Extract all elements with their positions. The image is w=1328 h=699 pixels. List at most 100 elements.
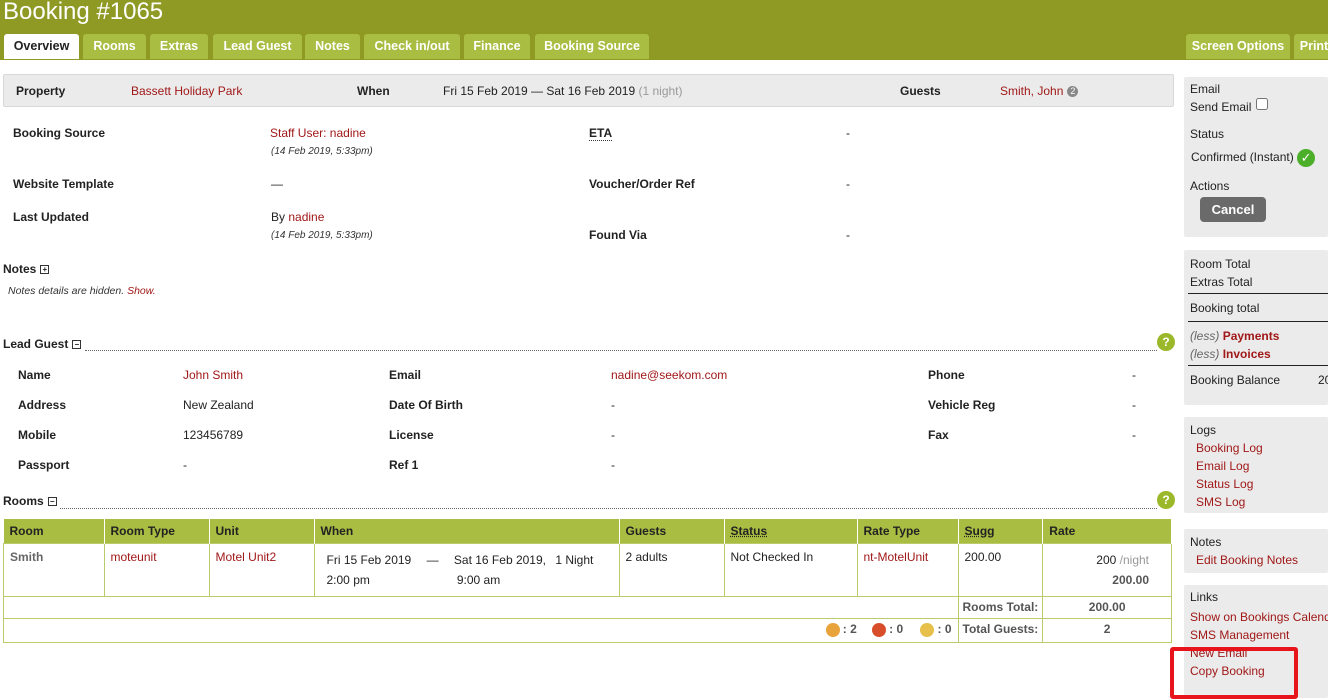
notes-section-header[interactable]: Notes + bbox=[3, 262, 50, 276]
guest-fax-label: Fax bbox=[928, 428, 949, 442]
children-count: : 0 bbox=[889, 622, 904, 636]
rooms-section-header[interactable]: Rooms − bbox=[3, 494, 57, 508]
cell-guests: 2 adults bbox=[618, 543, 725, 597]
eta-value: - bbox=[846, 126, 850, 140]
tab-check-in-out[interactable]: Check in/out bbox=[364, 34, 460, 59]
when-dates: Fri 15 Feb 2019 — Sat 16 Feb 2019 bbox=[443, 84, 636, 98]
booking-log-link[interactable]: Booking Log bbox=[1196, 441, 1263, 455]
cell-unit: Motel Unit2 bbox=[208, 543, 315, 597]
when-value: Fri 15 Feb 2019 — Sat 16 Feb 2019 (1 nig… bbox=[443, 84, 683, 98]
guest-email-label: Email bbox=[389, 368, 422, 382]
divider bbox=[60, 508, 1157, 509]
booking-total-label: Booking total bbox=[1190, 301, 1260, 315]
guests-value: Smith, John 2 bbox=[1000, 84, 1079, 98]
help-icon[interactable]: ? bbox=[1157, 491, 1175, 509]
booking-source-link[interactable]: Staff User: nadine bbox=[270, 126, 366, 140]
guest-link[interactable]: Smith, John bbox=[1000, 84, 1063, 98]
guest-type-counts: : 2 : 0 : 0 bbox=[3, 618, 959, 643]
col-header-status[interactable]: Status bbox=[724, 519, 858, 544]
infants-count: : 0 bbox=[937, 622, 952, 636]
eta-label: ETA bbox=[589, 126, 613, 141]
when-nights: 1 Night bbox=[555, 553, 594, 567]
tab-finance[interactable]: Finance bbox=[464, 34, 530, 59]
divider bbox=[85, 350, 1157, 351]
tab-booking-source[interactable]: Booking Source bbox=[535, 34, 649, 59]
status-title: Status bbox=[1190, 127, 1225, 141]
adults-count: : 2 bbox=[842, 622, 857, 636]
website-template-value: — bbox=[271, 177, 283, 191]
tab-notes[interactable]: Notes bbox=[305, 34, 360, 59]
send-email-checkbox[interactable] bbox=[1256, 98, 1268, 110]
cell-room-type: moteunit bbox=[103, 543, 210, 597]
last-updated-label: Last Updated bbox=[13, 210, 90, 224]
edit-booking-notes-link[interactable]: Edit Booking Notes bbox=[1196, 553, 1298, 567]
guest-name-label: Name bbox=[18, 368, 51, 382]
guest-email-link[interactable]: nadine@seekom.com bbox=[611, 368, 727, 382]
divider bbox=[1188, 293, 1328, 294]
property-link[interactable]: Bassett Holiday Park bbox=[131, 84, 242, 98]
tab-lead-guest[interactable]: Lead Guest bbox=[213, 34, 302, 59]
guest-dob-label: Date Of Birth bbox=[389, 398, 464, 412]
lead-guest-section-header[interactable]: Lead Guest − bbox=[3, 337, 82, 351]
col-header-sugg[interactable]: Sugg bbox=[958, 519, 1044, 544]
collapse-icon[interactable]: − bbox=[72, 340, 82, 350]
expand-icon[interactable]: + bbox=[40, 265, 50, 275]
payments-row: (less) Payments bbox=[1190, 329, 1279, 343]
tab-print[interactable]: Print bbox=[1294, 34, 1328, 59]
col-header-when: When bbox=[314, 519, 620, 544]
time-to: 9:00 am bbox=[456, 573, 501, 587]
when-nights: (1 night) bbox=[638, 84, 683, 98]
rate-unit: /night bbox=[1119, 553, 1149, 567]
cell-status: Not Checked In bbox=[723, 543, 858, 597]
room-type-link[interactable]: moteunit bbox=[111, 550, 157, 564]
highlight-annotation bbox=[1170, 647, 1298, 699]
found-via-value: - bbox=[846, 228, 850, 242]
notes-show-link[interactable]: Show. bbox=[127, 285, 156, 297]
invoices-link[interactable]: Invoices bbox=[1223, 347, 1271, 361]
last-updated-by: By bbox=[271, 210, 286, 224]
infant-icon bbox=[920, 622, 935, 637]
rate-value: 200 bbox=[1096, 553, 1117, 567]
website-template-label: Website Template bbox=[13, 177, 114, 191]
status-log-link[interactable]: Status Log bbox=[1196, 477, 1253, 491]
rate-type-link[interactable]: nt-MotelUnit bbox=[864, 550, 929, 564]
page-title: Booking #1065 bbox=[3, 0, 164, 25]
cancel-button[interactable]: Cancel bbox=[1200, 197, 1266, 222]
found-via-label: Found Via bbox=[589, 228, 647, 242]
when-row-dates: Fri 15 Feb 2019 — Sat 16 Feb 2019, 1 Nig… bbox=[321, 550, 613, 570]
guest-dob-value: - bbox=[611, 398, 615, 412]
guest-license-label: License bbox=[389, 428, 434, 442]
tab-overview[interactable]: Overview bbox=[4, 34, 79, 59]
actions-title: Actions bbox=[1190, 179, 1230, 193]
col-header-unit: Unit bbox=[209, 519, 315, 544]
when-from: Fri 15 Feb 2019 bbox=[326, 553, 412, 567]
last-updated-value: By nadine bbox=[271, 210, 324, 224]
collapse-icon[interactable]: − bbox=[47, 497, 57, 507]
payments-link[interactable]: Payments bbox=[1223, 329, 1280, 343]
sms-management-link[interactable]: SMS Management bbox=[1190, 628, 1289, 642]
guest-vehicle-value: - bbox=[1132, 398, 1136, 412]
booking-balance-value: 20 bbox=[1318, 373, 1328, 387]
guest-name-link[interactable]: John Smith bbox=[183, 368, 243, 382]
tab-extras[interactable]: Extras bbox=[150, 34, 208, 59]
notes-hidden-text: Notes details are hidden. bbox=[8, 285, 125, 297]
sms-log-link[interactable]: SMS Log bbox=[1196, 495, 1245, 509]
col-header-rate: Rate bbox=[1042, 519, 1172, 544]
unit-link[interactable]: Motel Unit2 bbox=[216, 550, 277, 564]
guest-count-badge: 2 bbox=[1067, 86, 1079, 98]
tab-rooms[interactable]: Rooms bbox=[83, 34, 146, 59]
tab-screen-options[interactable]: Screen Options bbox=[1186, 34, 1290, 59]
total-guests-value: 2 bbox=[1042, 618, 1172, 643]
booking-balance-label: Booking Balance bbox=[1190, 373, 1281, 387]
guest-mobile-label: Mobile bbox=[18, 428, 56, 442]
last-updated-time: (14 Feb 2019, 5:33pm) bbox=[271, 230, 373, 241]
cell-when: Fri 15 Feb 2019 — Sat 16 Feb 2019, 1 Nig… bbox=[313, 543, 620, 597]
help-icon[interactable]: ? bbox=[1157, 333, 1175, 351]
email-log-link[interactable]: Email Log bbox=[1196, 459, 1249, 473]
send-email-label: Send Email bbox=[1190, 100, 1252, 114]
cell-rate: 200 /night 200.00 bbox=[1042, 543, 1172, 597]
rooms-title: Rooms bbox=[3, 494, 44, 508]
total-guests-label: Total Guests: bbox=[957, 618, 1044, 643]
last-updated-user-link[interactable]: nadine bbox=[288, 210, 324, 224]
show-on-calendar-link[interactable]: Show on Bookings Calendar bbox=[1190, 610, 1328, 624]
